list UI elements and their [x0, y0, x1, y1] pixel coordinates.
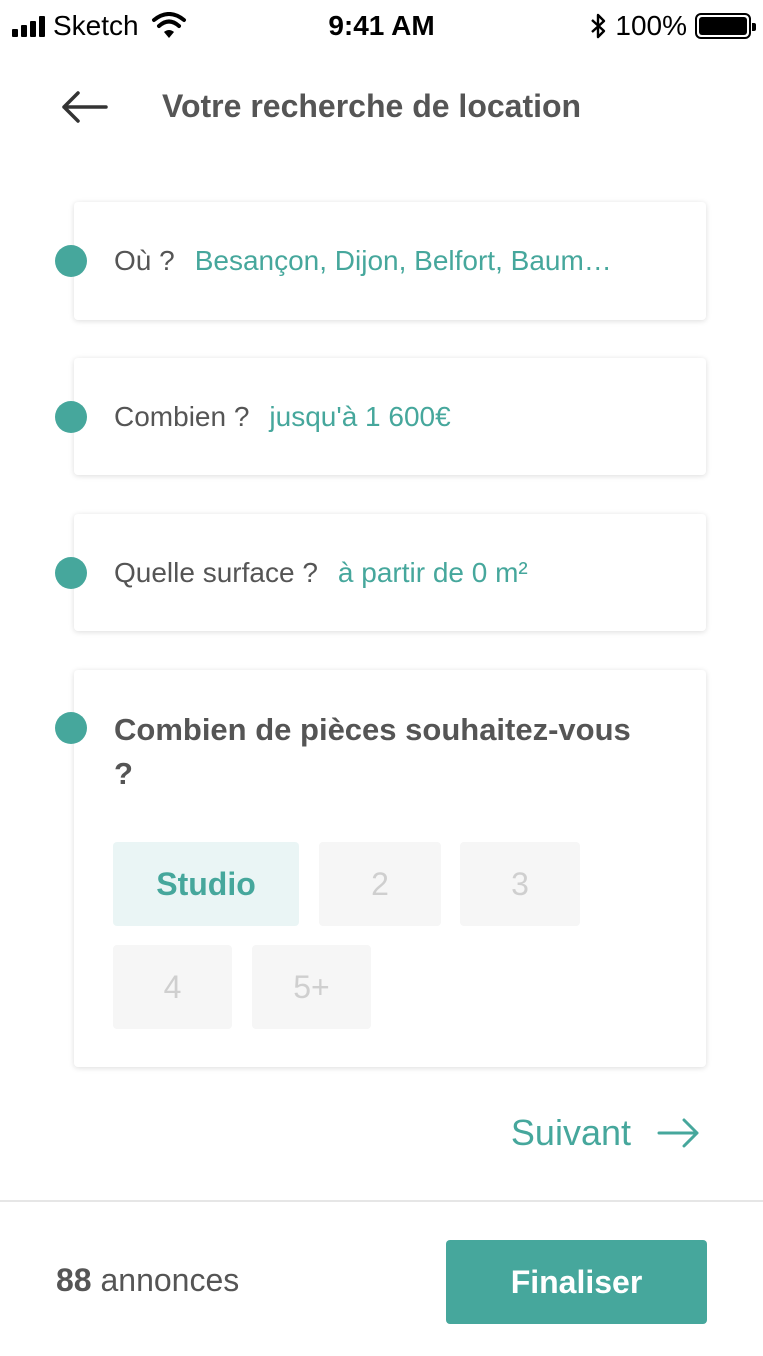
- arrow-left-icon: [62, 91, 108, 123]
- room-option-2[interactable]: 2: [319, 842, 441, 926]
- criteria-label: Quelle surface ?: [114, 556, 318, 588]
- arrow-right-icon: [657, 1118, 699, 1148]
- status-right: 100%: [589, 8, 756, 44]
- criteria-value: jusqu'à 1 600€: [269, 400, 451, 432]
- criteria-label: Où ?: [114, 245, 175, 276]
- results-count-number: 88: [56, 1262, 92, 1298]
- criteria-value: Besançon, Dijon, Belfort, Baum…: [194, 245, 612, 276]
- status-bar: Sketch 9:41 AM 100%: [0, 0, 763, 52]
- rooms-question: Combien de pièces souhaitez-vous ?: [114, 712, 631, 791]
- next-button[interactable]: Suivant: [511, 1110, 701, 1156]
- results-count-label: annonces: [100, 1262, 240, 1298]
- step-dot: [55, 245, 87, 277]
- criteria-row: Où ? Besançon, Dijon, Belfort, Baum…: [114, 202, 612, 320]
- back-button[interactable]: [58, 84, 110, 130]
- next-label: Suivant: [510, 1112, 631, 1153]
- room-option-3[interactable]: 3: [460, 842, 580, 926]
- criteria-card-surface[interactable]: Quelle surface ? à partir de 0 m²: [55, 514, 706, 631]
- criteria-row: Combien ? jusqu'à 1 600€: [114, 358, 451, 475]
- battery-percent: 100%: [615, 10, 687, 41]
- criteria-value: à partir de 0 m²: [337, 556, 528, 588]
- room-option-5-plus[interactable]: 5+: [252, 945, 371, 1029]
- step-dot: [55, 557, 87, 589]
- step-dot: [55, 712, 87, 744]
- room-option-4[interactable]: 4: [113, 945, 232, 1029]
- criteria-card-rooms: Combien de pièces souhaitez-vous ? Studi…: [55, 670, 706, 1067]
- bluetooth-icon: [591, 13, 606, 39]
- criteria-label: Combien ?: [114, 400, 250, 432]
- page-title: Votre recherche de location: [162, 88, 582, 124]
- room-option-studio[interactable]: Studio: [113, 842, 299, 926]
- criteria-row: Quelle surface ? à partir de 0 m²: [114, 514, 528, 631]
- criteria-card-budget[interactable]: Combien ? jusqu'à 1 600€: [55, 358, 706, 475]
- battery-icon: [695, 13, 756, 39]
- finalize-button[interactable]: Finaliser: [446, 1240, 707, 1324]
- step-dot: [55, 401, 87, 433]
- footer-divider: [0, 1200, 763, 1202]
- criteria-card-location[interactable]: Où ? Besançon, Dijon, Belfort, Baum…: [55, 202, 706, 320]
- results-count: 88 annonces: [56, 1258, 239, 1302]
